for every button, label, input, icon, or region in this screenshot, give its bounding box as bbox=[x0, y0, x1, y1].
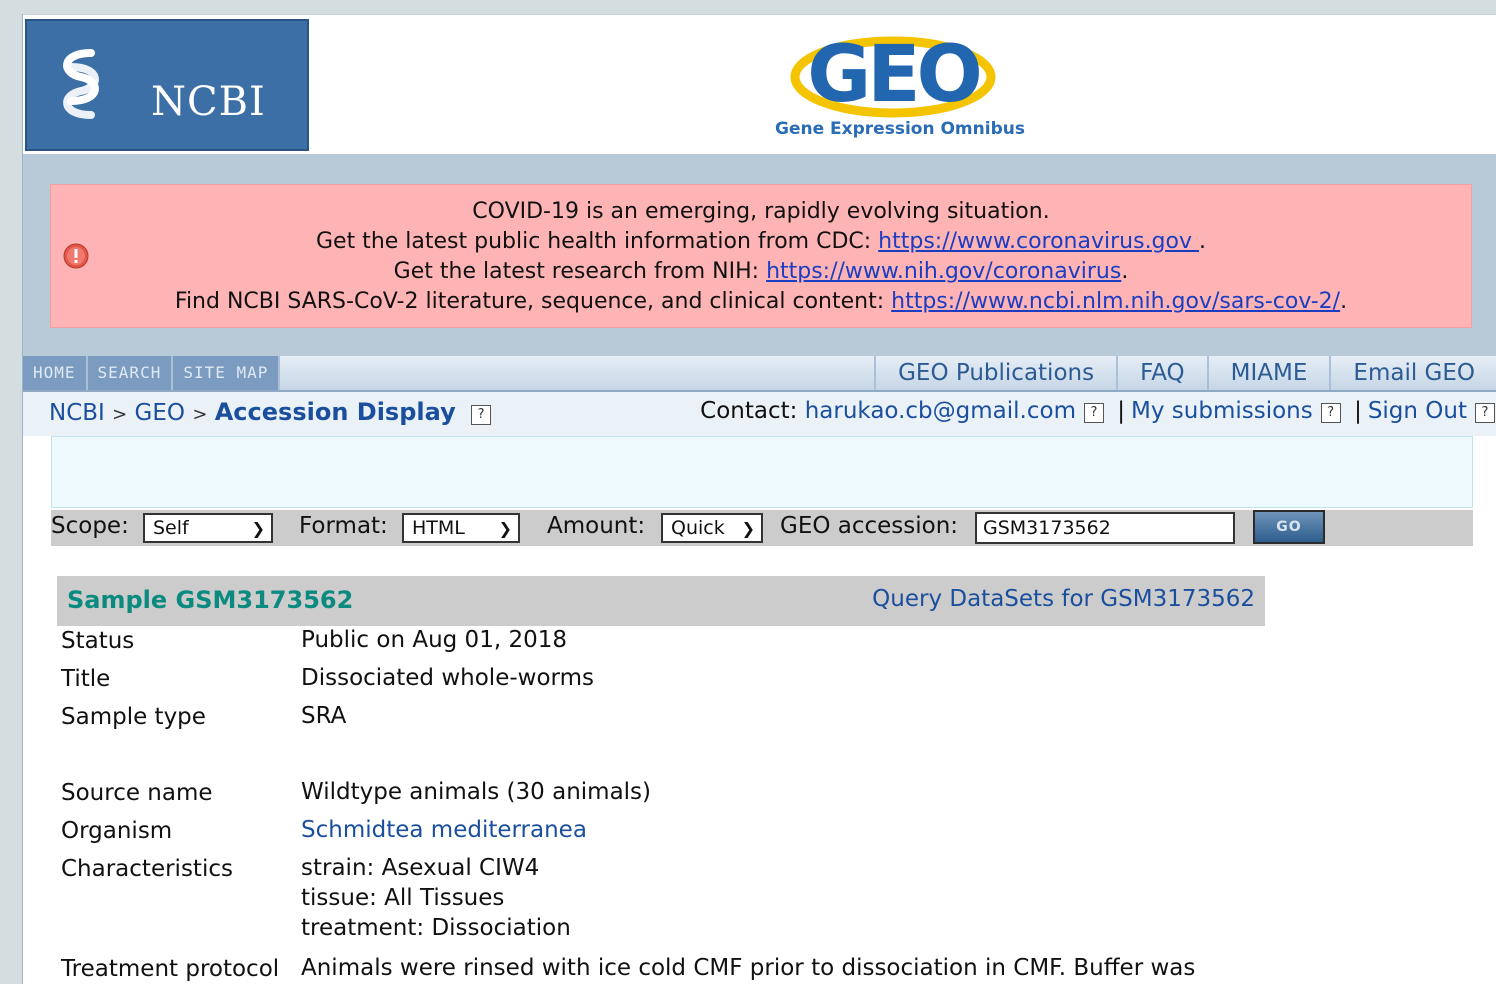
go-button[interactable]: GO bbox=[1253, 510, 1325, 544]
alert-icon bbox=[63, 243, 89, 269]
covid-line-4: Find NCBI SARS-CoV-2 literature, sequenc… bbox=[174, 289, 1348, 314]
field-value: Animals were rinsed with ice cold CMF pr… bbox=[301, 955, 1196, 981]
contact-email-link[interactable]: harukao.cb@gmail.com bbox=[805, 398, 1076, 424]
field-value: Wildtype animals (30 animals) bbox=[301, 779, 652, 805]
nav-miame[interactable]: MIAME bbox=[1206, 356, 1330, 390]
breadcrumb-row: NCBI > GEO > Accession Display ? Contact… bbox=[23, 392, 1496, 436]
organism-link[interactable]: Schmidtea mediterranea bbox=[301, 817, 587, 843]
covid-line-1: COVID-19 is an emerging, rapidly evolvin… bbox=[472, 199, 1050, 224]
divider: | bbox=[1354, 398, 1362, 424]
ncbi-helix-icon bbox=[63, 49, 99, 119]
sample-header: Sample GSM3173562 Query DataSets for GSM… bbox=[57, 576, 1265, 626]
accession-form: Scope: Self ❯ Format: HTML ❯ Amount: Quick… bbox=[51, 510, 1473, 546]
format-label: Format: bbox=[299, 513, 388, 539]
covid-alert: COVID-19 is an emerging, rapidly evolvin… bbox=[50, 184, 1472, 328]
geo-accession-input[interactable]: GSM3173562 bbox=[975, 512, 1235, 544]
scope-select[interactable]: Self ❯ bbox=[143, 513, 273, 543]
nav-site-map[interactable]: SITE MAP bbox=[173, 356, 281, 390]
help-icon[interactable]: ? bbox=[1475, 403, 1495, 423]
cdc-link[interactable]: https://www.coronavirus.gov bbox=[878, 229, 1199, 254]
format-select[interactable]: HTML ❯ bbox=[402, 513, 520, 543]
field-label: Title bbox=[61, 666, 111, 692]
nav-search[interactable]: SEARCH bbox=[88, 356, 174, 390]
field-value: SRA bbox=[301, 703, 347, 729]
breadcrumb: NCBI > GEO > Accession Display ? bbox=[49, 398, 492, 426]
field-value: Dissociated whole-worms bbox=[301, 665, 594, 691]
chevron-down-icon: ❯ bbox=[251, 519, 265, 538]
amount-select[interactable]: Quick ❯ bbox=[661, 513, 763, 543]
field-label: Characteristics bbox=[61, 856, 233, 882]
contact-label: Contact: bbox=[700, 398, 805, 424]
field-label: Treatment protocol bbox=[61, 956, 280, 982]
field-label: Organism bbox=[61, 818, 173, 844]
help-icon[interactable]: ? bbox=[1320, 403, 1341, 423]
covid-line-3: Get the latest research from NIH: https:… bbox=[393, 259, 1129, 284]
nav-geo-publications[interactable]: GEO Publications bbox=[874, 356, 1116, 390]
breadcrumb-ncbi[interactable]: NCBI bbox=[49, 400, 105, 426]
breadcrumb-sep: > bbox=[192, 404, 208, 425]
geo-logo[interactable]: GEO bbox=[783, 29, 1003, 119]
help-icon[interactable]: ? bbox=[1083, 403, 1104, 423]
nav-bar: HOME SEARCH SITE MAP GEO Publications FA… bbox=[23, 356, 1496, 392]
nih-link[interactable]: https://www.nih.gov/coronavirus bbox=[766, 259, 1121, 284]
breadcrumb-sep: > bbox=[112, 404, 128, 425]
amount-label: Amount: bbox=[547, 513, 646, 539]
field-value: Public on Aug 01, 2018 bbox=[301, 627, 567, 653]
site-header: NCBI GEO Gene Expression Omnibus bbox=[23, 14, 1496, 155]
my-submissions-link[interactable]: My submissions bbox=[1131, 398, 1313, 424]
sars-cov-2-link[interactable]: https://www.ncbi.nlm.nih.gov/sars-cov-2/ bbox=[891, 289, 1340, 314]
nav-faq[interactable]: FAQ bbox=[1116, 356, 1207, 390]
divider: | bbox=[1117, 398, 1126, 424]
field-value: strain: Asexual CIW4 tissue: All Tissues… bbox=[301, 855, 571, 941]
field-label: Source name bbox=[61, 780, 213, 806]
banner-area: COVID-19 is an emerging, rapidly evolvin… bbox=[23, 154, 1496, 356]
scope-label: Scope: bbox=[51, 513, 129, 539]
page-title: Accession Display bbox=[214, 398, 456, 426]
field-label: Sample type bbox=[61, 704, 206, 730]
field-label: Status bbox=[61, 628, 135, 654]
nav-left: HOME SEARCH SITE MAP bbox=[23, 356, 281, 390]
geo-accession-label: GEO accession: bbox=[780, 513, 959, 539]
message-box bbox=[51, 436, 1473, 508]
chevron-down-icon: ❯ bbox=[741, 519, 755, 538]
geo-subtitle: Gene Expression Omnibus bbox=[775, 119, 1025, 139]
nav-home[interactable]: HOME bbox=[23, 356, 88, 390]
svg-text:GEO: GEO bbox=[807, 30, 979, 119]
account-links: Contact: harukao.cb@gmail.com? | My submi… bbox=[700, 398, 1495, 424]
covid-line-2: Get the latest public health information… bbox=[315, 229, 1206, 254]
sign-out-link[interactable]: Sign Out bbox=[1368, 398, 1467, 424]
chevron-down-icon: ❯ bbox=[498, 519, 512, 538]
sample-title: Sample GSM3173562 bbox=[67, 586, 354, 614]
help-icon[interactable]: ? bbox=[471, 405, 492, 425]
nav-email-geo[interactable]: Email GEO bbox=[1329, 356, 1496, 390]
query-datasets-link[interactable]: Query DataSets for GSM3173562 bbox=[872, 586, 1255, 612]
breadcrumb-geo[interactable]: GEO bbox=[135, 400, 185, 426]
page: NCBI GEO Gene Expression Omnibus COVID-1… bbox=[22, 14, 1496, 984]
nav-right: GEO Publications FAQ MIAME Email GEO bbox=[874, 356, 1496, 390]
